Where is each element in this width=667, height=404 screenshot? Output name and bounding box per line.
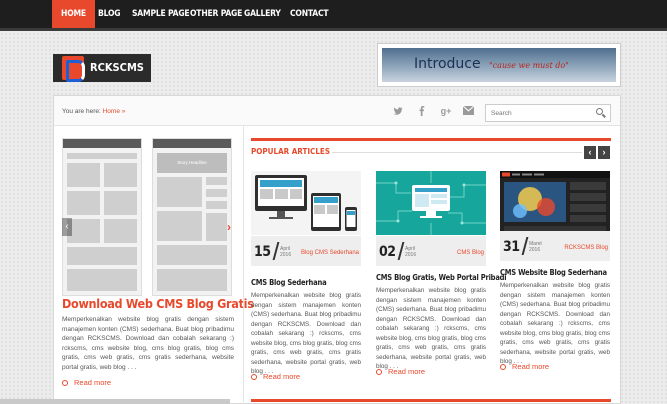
article-month-year: April 2016 bbox=[280, 246, 292, 258]
breadcrumb: You are here: Home » bbox=[62, 108, 125, 115]
article-day: 31 bbox=[503, 239, 520, 255]
popular-next-button[interactable]: › bbox=[598, 146, 610, 159]
article-date-bar-3: 31 Maret 2016 RCKSCMS Blog bbox=[500, 231, 610, 261]
read-more-icon bbox=[500, 364, 506, 370]
column-divider bbox=[243, 126, 244, 404]
slider-prev-arrow-icon[interactable]: ‹ bbox=[62, 218, 72, 236]
article-date-bar-1: 15 April 2016 Blog CMS Sederhana bbox=[251, 236, 361, 266]
breadcrumb-separator: » bbox=[121, 108, 126, 115]
mock-block bbox=[157, 177, 202, 207]
mock-block bbox=[67, 163, 100, 187]
mock-block bbox=[206, 177, 227, 185]
mock-block bbox=[157, 211, 202, 241]
search-input[interactable] bbox=[486, 105, 592, 121]
mock-block bbox=[104, 163, 137, 187]
featured-read-more-link[interactable]: Read more bbox=[62, 378, 111, 387]
article-excerpt-1: Memperkenalkan website blog gratis denga… bbox=[251, 292, 361, 375]
mock-block bbox=[67, 269, 137, 291]
twitter-icon[interactable] bbox=[393, 106, 403, 116]
devices-illustration bbox=[251, 171, 361, 235]
article-month-year: Maret 2016 bbox=[529, 241, 542, 253]
mock-header bbox=[153, 139, 231, 148]
slide-thumbnail-left bbox=[62, 138, 142, 296]
nav-item-contact[interactable]: CONTACT bbox=[281, 0, 337, 28]
main-content: You are here: Home » g+ Search Story Hea… bbox=[53, 95, 621, 404]
facebook-icon[interactable] bbox=[417, 106, 427, 116]
logo-text: RCKSCMS bbox=[90, 61, 144, 74]
article-title-1[interactable]: CMS Blog Sederhana bbox=[251, 278, 327, 287]
circuit-illustration bbox=[376, 171, 486, 235]
article-read-more-2[interactable]: Read more bbox=[376, 367, 425, 376]
slide-thumbnail-right: Story Headline bbox=[152, 138, 232, 296]
breadcrumb-bar: You are here: Home » g+ bbox=[54, 96, 620, 126]
read-more-icon bbox=[251, 374, 257, 380]
article-read-more-1[interactable]: Read more bbox=[251, 372, 300, 381]
mock-block bbox=[67, 191, 100, 215]
article-read-more-3[interactable]: Read more bbox=[500, 362, 549, 371]
article-title-3[interactable]: CMS Website Blog Sederhana bbox=[500, 268, 607, 277]
article-excerpt-3: Memperkenalkan website blog gratis denga… bbox=[500, 282, 610, 365]
mock-block bbox=[104, 219, 137, 243]
mock-block bbox=[67, 153, 137, 159]
article-category-link[interactable]: CMS Blog bbox=[457, 250, 484, 256]
top-navigation: HOME BLOG SAMPLE PAGE OTHER PAGE GALLERY… bbox=[0, 0, 667, 31]
search-icon[interactable] bbox=[596, 108, 603, 115]
search-box bbox=[485, 104, 611, 122]
article-thumbnail-3[interactable] bbox=[500, 171, 610, 235]
featured-title[interactable]: Download Web CMS Blog Gratis bbox=[62, 296, 254, 311]
featured-excerpt: Memperkenalkan website blog gratis denga… bbox=[62, 316, 234, 371]
article-category-link[interactable]: RCKSCMS Blog bbox=[564, 245, 608, 251]
read-more-icon bbox=[376, 369, 382, 375]
article-thumbnail-1[interactable] bbox=[251, 171, 361, 235]
article-title-2[interactable]: CMS Blog Gratis, Web Portal Pribadi bbox=[376, 273, 507, 282]
banner-title: Introduce bbox=[414, 56, 481, 72]
google-plus-icon[interactable]: g+ bbox=[439, 106, 453, 116]
website-screenshot-illustration bbox=[500, 171, 610, 235]
mock-block bbox=[104, 191, 137, 215]
banner-tagline: "cause we must do" bbox=[489, 61, 569, 70]
mock-block bbox=[67, 247, 137, 265]
date-separator bbox=[397, 242, 404, 260]
article-excerpt-2: Memperkenalkan website blog gratis denga… bbox=[376, 287, 486, 370]
horizontal-scrollbar[interactable] bbox=[0, 399, 230, 404]
header-banner[interactable]: Introduce "cause we must do" bbox=[377, 43, 621, 87]
article-date-bar-2: 02 April 2016 CMS Blog bbox=[376, 236, 486, 266]
logo-mark-icon bbox=[62, 56, 85, 82]
breadcrumb-home-link[interactable]: Home bbox=[103, 108, 120, 115]
mail-icon[interactable] bbox=[462, 105, 475, 116]
site-logo[interactable]: RCKSCMS bbox=[53, 54, 151, 82]
featured-slider: Story Headline ‹ › bbox=[62, 138, 234, 296]
read-more-icon bbox=[62, 380, 68, 386]
breadcrumb-prefix: You are here: bbox=[62, 108, 101, 115]
popular-top-bar bbox=[251, 138, 611, 141]
mock-header bbox=[63, 139, 141, 148]
popular-bottom-bar bbox=[251, 399, 611, 402]
mock-block bbox=[206, 189, 227, 197]
article-month-year: April 2016 bbox=[405, 246, 417, 258]
mock-block bbox=[157, 245, 227, 265]
article-day: 15 bbox=[254, 244, 271, 260]
article-category-link[interactable]: Blog CMS Sederhana bbox=[301, 250, 359, 256]
popular-prev-button[interactable]: ‹ bbox=[584, 146, 596, 159]
popular-heading-line bbox=[332, 152, 582, 153]
date-separator bbox=[272, 242, 279, 260]
popular-heading: POPULAR ARTICLES bbox=[251, 147, 331, 156]
slider-next-arrow-icon[interactable]: › bbox=[224, 218, 234, 236]
mock-headline: Story Headline bbox=[157, 153, 227, 173]
article-day: 02 bbox=[379, 244, 396, 260]
nav-shadow bbox=[0, 28, 667, 31]
mock-block bbox=[206, 201, 227, 209]
date-separator bbox=[521, 237, 528, 255]
banner-image: Introduce "cause we must do" bbox=[382, 48, 616, 82]
mock-block bbox=[157, 269, 227, 291]
article-thumbnail-2[interactable] bbox=[376, 171, 486, 235]
